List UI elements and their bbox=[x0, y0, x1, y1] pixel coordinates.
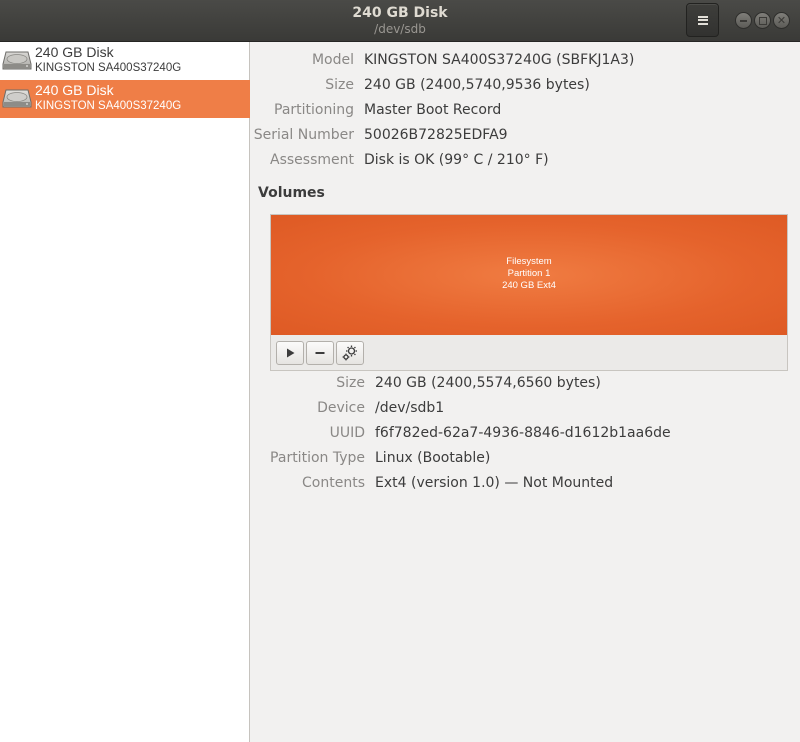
maximize-button[interactable] bbox=[754, 12, 771, 29]
close-icon: ✕ bbox=[776, 14, 787, 27]
volumes-heading: Volumes bbox=[258, 185, 325, 201]
disk-details-panel: Model KINGSTON SA400S37240G (SBFKJ1A3) S… bbox=[251, 42, 800, 742]
partition-type: Filesystem bbox=[506, 256, 552, 267]
serial-number-value: 50026B72825EDFA9 bbox=[364, 127, 508, 143]
minimize-icon bbox=[740, 19, 747, 22]
partitioning-label: Partitioning bbox=[274, 102, 354, 118]
close-button[interactable]: ✕ bbox=[773, 12, 790, 29]
gears-icon bbox=[342, 345, 357, 361]
maximize-icon bbox=[758, 16, 767, 25]
uuid-label: UUID bbox=[329, 425, 365, 441]
hard-drive-icon bbox=[2, 51, 32, 70]
disk-name: 240 GB Disk bbox=[35, 44, 114, 60]
window-subtitle: /dev/sdb bbox=[374, 22, 426, 36]
hamburger-icon bbox=[697, 15, 708, 25]
size-value: 240 GB (2400,5740,9536 bytes) bbox=[364, 77, 590, 93]
model-label: Model bbox=[311, 52, 354, 68]
disk-sidebar: 240 GB Disk KINGSTON SA400S37240G 240 GB… bbox=[0, 42, 250, 742]
device-value: /dev/sdb1 bbox=[375, 400, 445, 416]
minimize-button[interactable] bbox=[735, 12, 752, 29]
size-label: Size bbox=[325, 77, 354, 93]
partition-size: 240 GB Ext4 bbox=[502, 280, 556, 291]
sidebar-item-disk-2[interactable]: 240 GB Disk KINGSTON SA400S37240G bbox=[0, 80, 250, 118]
partition-type-value: Linux (Bootable) bbox=[375, 450, 491, 466]
delete-partition-button[interactable] bbox=[306, 341, 334, 365]
disk-model: KINGSTON SA400S37240G bbox=[35, 100, 182, 112]
serial-number-label: Serial Number bbox=[253, 127, 354, 143]
partition-type-label: Partition Type bbox=[270, 450, 365, 466]
disk-name: 240 GB Disk bbox=[35, 82, 114, 98]
contents-label: Contents bbox=[302, 475, 365, 491]
disk-model: KINGSTON SA400S37240G bbox=[35, 62, 182, 74]
title-bar: 240 GB Disk /dev/sdb ✕ bbox=[0, 0, 800, 42]
volume-size-label: Size bbox=[336, 375, 365, 391]
volume-size-value: 240 GB (2400,5574,6560 bytes) bbox=[375, 375, 601, 391]
partition-options-button[interactable] bbox=[336, 341, 364, 365]
uuid-value: f6f782ed-62a7-4936-8846-d1612b1aa6de bbox=[375, 425, 671, 441]
partition-name: Partition 1 bbox=[507, 268, 551, 279]
app-menu-button[interactable] bbox=[686, 3, 719, 37]
window-title: 240 GB Disk bbox=[352, 5, 448, 21]
assessment-label: Assessment bbox=[270, 152, 354, 168]
play-icon bbox=[287, 348, 295, 358]
model-value: KINGSTON SA400S37240G (SBFKJ1A3) bbox=[364, 52, 635, 68]
volume-map: Filesystem Partition 1 240 GB Ext4 bbox=[270, 214, 788, 371]
hard-drive-icon bbox=[2, 89, 32, 108]
partition-block[interactable]: Filesystem Partition 1 240 GB Ext4 bbox=[271, 215, 787, 335]
minus-icon bbox=[315, 352, 325, 354]
device-label: Device bbox=[317, 400, 365, 416]
mount-button[interactable] bbox=[276, 341, 304, 365]
assessment-value: Disk is OK (99° C / 210° F) bbox=[364, 152, 549, 168]
sidebar-item-disk-1[interactable]: 240 GB Disk KINGSTON SA400S37240G bbox=[0, 42, 250, 80]
partitioning-value: Master Boot Record bbox=[364, 102, 502, 118]
contents-value: Ext4 (version 1.0) — Not Mounted bbox=[375, 475, 614, 491]
